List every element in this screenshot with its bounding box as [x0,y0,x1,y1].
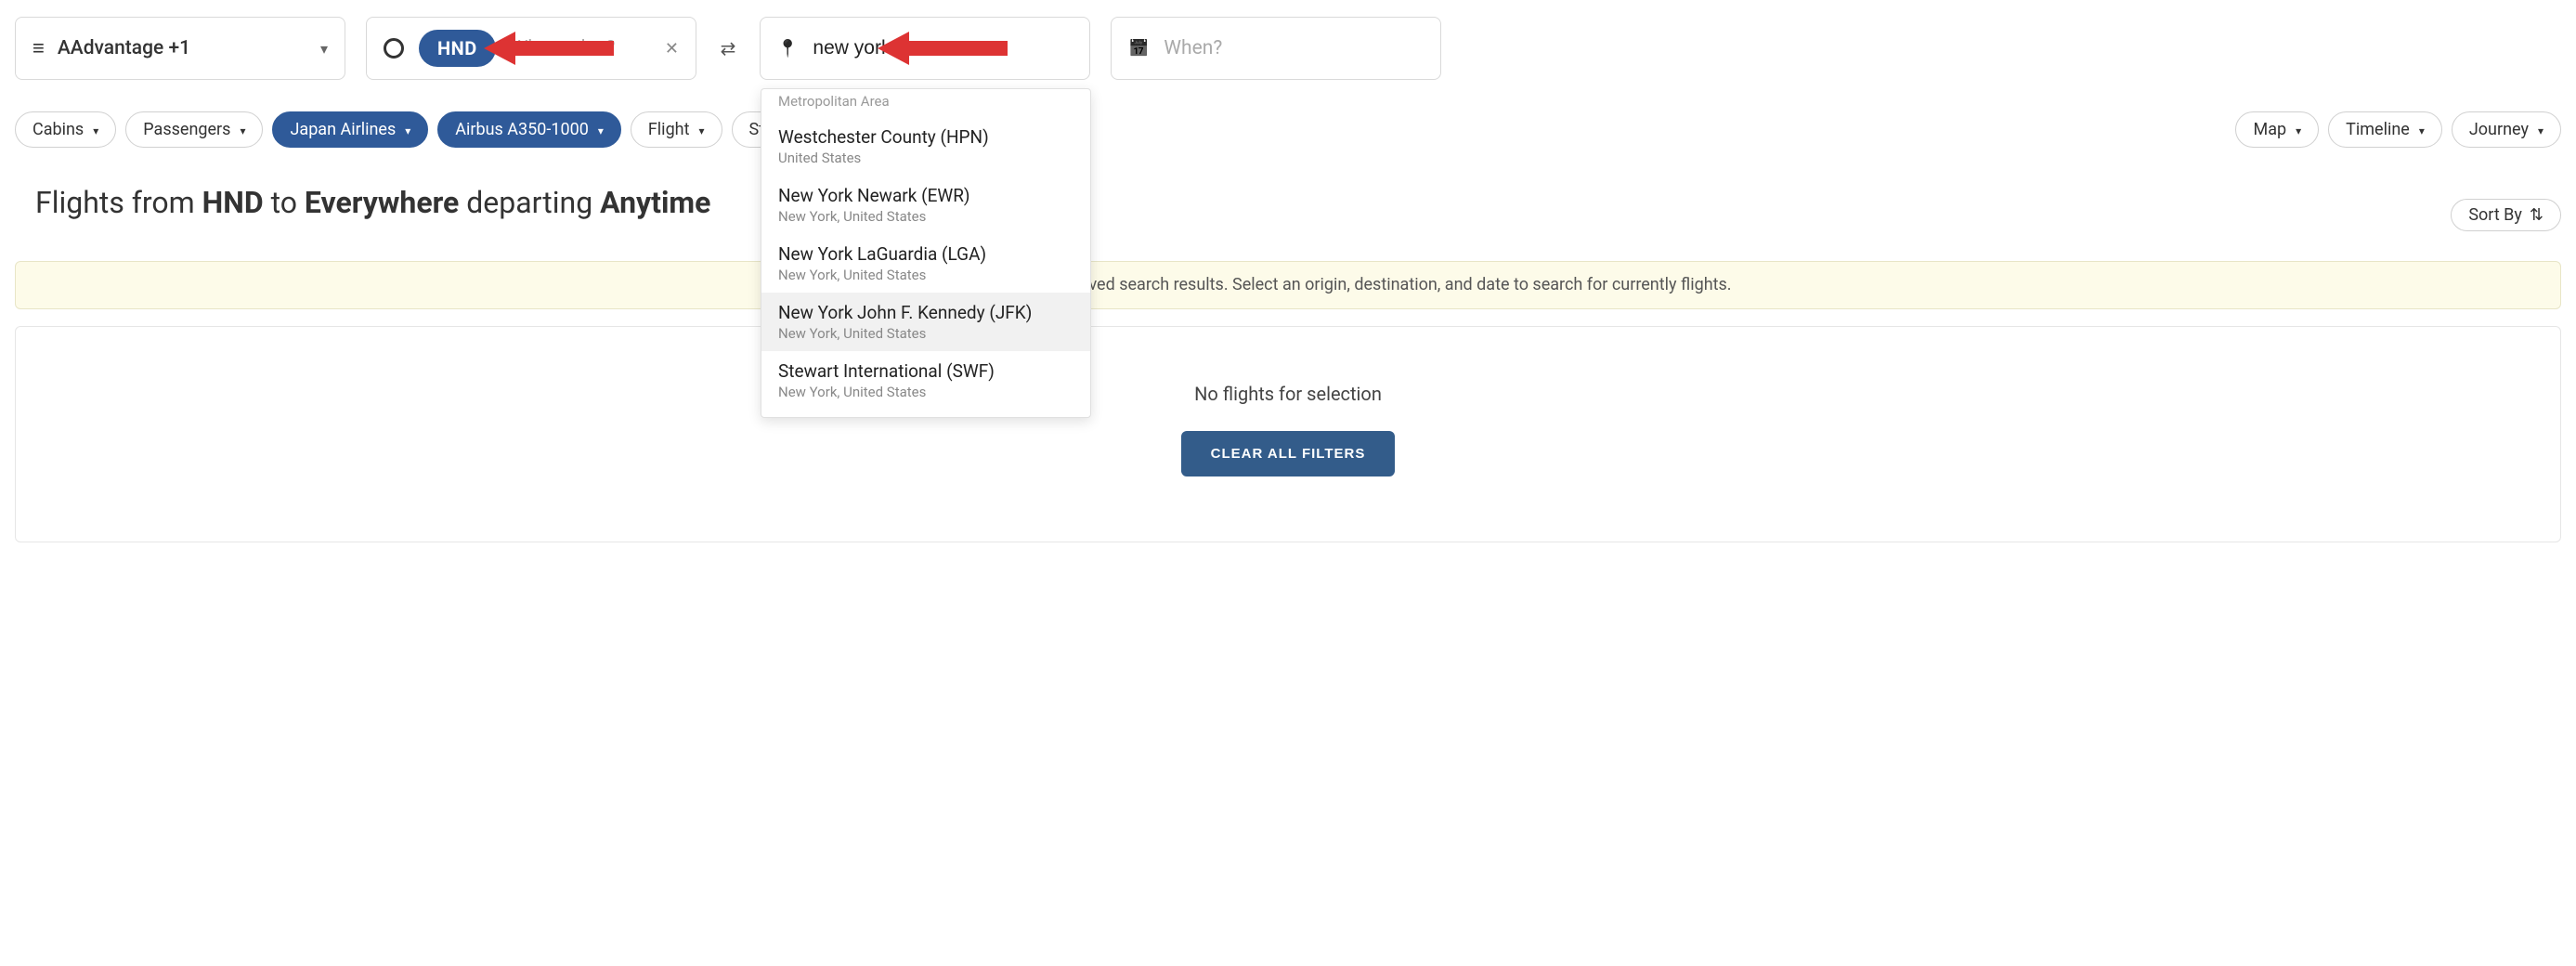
view-map[interactable]: Map [2235,111,2319,148]
chevron-down-icon [240,120,245,139]
chevron-down-icon [698,120,704,139]
suggest-item[interactable]: Stewart International (SWF) New York, Uni… [761,351,1090,410]
program-label: AAdvantage +1 [58,37,190,59]
suggest-item-subtitle: United States [778,150,1073,166]
destination-input[interactable] [813,37,933,59]
page-title: Flights from HND to Everywhere departing… [35,185,710,220]
suggest-item-title: Westchester County (HPN) [778,126,1073,148]
filter-airline[interactable]: Japan Airlines [272,111,428,148]
suggest-item[interactable]: New York LaGuardia (LGA) New York, United… [761,234,1090,293]
sort-by[interactable]: Sort By ⇅ [2451,199,2561,231]
calendar-icon [1128,39,1149,59]
clear-origin-icon[interactable] [665,39,679,59]
view-timeline[interactable]: Timeline [2328,111,2442,148]
info-banner: Broad searches only show saved search re… [15,261,2561,309]
chevron-down-icon [2419,120,2425,139]
origin-input-box[interactable]: HND Where else? [366,17,696,80]
origin-placeholder: Where else? [511,37,616,59]
program-select[interactable]: AAdvantage +1 [15,17,345,80]
menu-icon [33,36,45,60]
suggest-item-title: New York John F. Kennedy (JFK) [778,302,1073,323]
clear-all-filters-button[interactable]: CLEAR ALL FILTERS [1181,431,1396,476]
suggest-item[interactable]: Westchester County (HPN) United States [761,117,1090,176]
origin-tag[interactable]: HND [419,30,496,67]
filter-flight[interactable]: Flight [631,111,722,148]
suggest-item-subtitle: New York, United States [778,325,1073,342]
chevron-down-icon [2538,120,2543,139]
origin-radio-icon [384,38,404,59]
sort-icon: ⇅ [2530,205,2543,225]
suggest-item-subtitle: New York, United States [778,384,1073,400]
chevron-down-icon [2296,120,2301,139]
suggest-item-title: Stewart International (SWF) [778,360,1073,382]
chevron-down-icon [93,120,98,139]
suggest-metro-label: Metropolitan Area [761,93,1090,117]
swap-icon[interactable] [721,37,736,59]
results-panel: No flights for selection CLEAR ALL FILTE… [15,326,2561,542]
suggest-item-title: New York LaGuardia (LGA) [778,243,1073,265]
when-input-box[interactable]: When? [1111,17,1441,80]
filter-passengers[interactable]: Passengers [125,111,263,148]
chevron-down-icon [405,120,410,139]
suggest-item[interactable]: New York Newark (EWR) New York, United St… [761,176,1090,234]
suggest-item[interactable]: New York John F. Kennedy (JFK) New York, … [761,293,1090,351]
suggest-item-title: New York Newark (EWR) [778,185,1073,206]
filter-aircraft[interactable]: Airbus A350-1000 [437,111,621,148]
pin-icon [777,39,798,59]
chevron-down-icon [598,120,604,139]
results-empty-text: No flights for selection [1194,383,1382,405]
destination-input-box[interactable]: Metropolitan Area Westchester County (HP… [760,17,1090,80]
filter-cabins[interactable]: Cabins [15,111,116,148]
suggest-item-subtitle: New York, United States [778,208,1073,225]
when-placeholder: When? [1164,37,1222,59]
destination-suggest-menu: Metropolitan Area Westchester County (HP… [761,88,1091,418]
chevron-down-icon [320,40,328,58]
view-journey[interactable]: Journey [2452,111,2561,148]
suggest-item-subtitle: New York, United States [778,267,1073,283]
